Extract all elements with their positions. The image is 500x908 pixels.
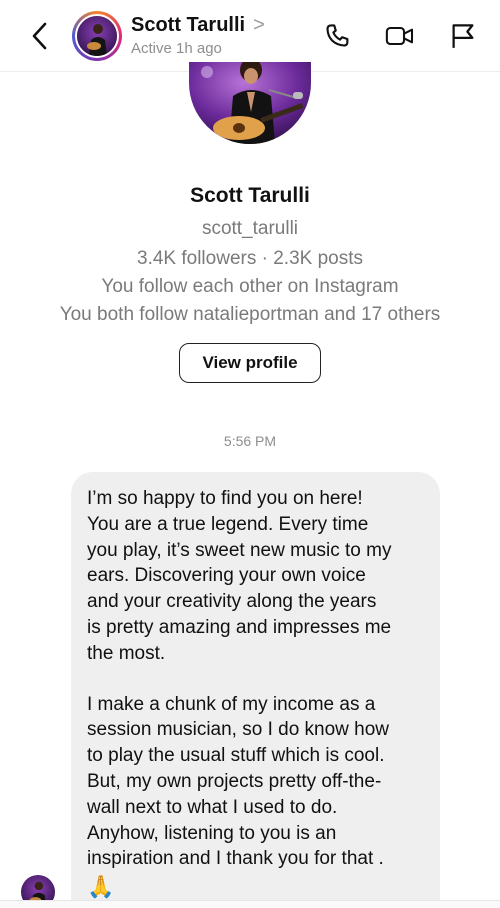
audio-call-button[interactable] [322, 20, 354, 52]
profile-name: Scott Tarulli [190, 184, 310, 207]
message-line: wall next to what I used to do. [87, 796, 338, 818]
message-line: and your creativity along the years [87, 591, 377, 613]
composer-edge [0, 900, 500, 908]
message-line: I make a chunk of my income as a [87, 693, 376, 715]
message-timestamp: 5:56 PM [223, 433, 277, 449]
report-button[interactable] [447, 20, 479, 52]
mutual-friends-text: You both follow natalieportman and 17 ot… [59, 304, 441, 325]
message-line: the most. [87, 642, 166, 664]
message-line: you play, it’s sweet new music to my [87, 539, 392, 561]
back-button[interactable] [26, 18, 54, 54]
message-line: I’m so happy to find you on here! [87, 488, 363, 509]
message-line: Anyhow, listening to you is an [87, 822, 337, 844]
flag-icon [452, 24, 474, 48]
message-paragraph: I make a chunk of my income as a session… [87, 692, 424, 873]
message-line: But, my own projects pretty off-the- [87, 770, 382, 792]
video-camera-icon [385, 26, 414, 46]
phone-icon [326, 24, 349, 47]
message-line: inspiration and I thank you for that . [87, 848, 384, 870]
contact-name-link[interactable]: Scott Tarulli > [131, 14, 265, 37]
profile-stats: 3.4K followers · 2.3K posts [137, 248, 363, 269]
header-avatar[interactable] [72, 11, 122, 61]
chevron-left-icon [32, 22, 47, 50]
message-line: to play the usual stuff which is cool. [87, 745, 385, 767]
video-call-button[interactable] [384, 20, 416, 52]
mutual-follow-text: You follow each other on Instagram [101, 276, 399, 297]
active-status: Active 1h ago [131, 40, 222, 57]
chevron-right-icon: > [253, 14, 265, 36]
message-paragraph: I’m so happy to find you on here! You ar… [87, 486, 424, 667]
message-line: is pretty amazing and impresses me [87, 616, 392, 638]
profile-photo [189, 62, 311, 144]
profile-avatar[interactable] [189, 62, 311, 144]
contact-name: Scott Tarulli [131, 14, 246, 36]
message-bubble[interactable]: I’m so happy to find you on here! You ar… [71, 472, 440, 908]
view-profile-button[interactable]: View profile [179, 343, 321, 383]
avatar-photo [77, 16, 117, 56]
praying-hands-emoji: 🙏 [87, 874, 115, 900]
profile-username: scott_tarulli [201, 218, 299, 239]
message-line: ears. Discovering your own voice [87, 565, 366, 587]
message-line: session musician, so I do know how [87, 719, 390, 741]
message-line: You are a true legend. Every time [87, 513, 369, 535]
